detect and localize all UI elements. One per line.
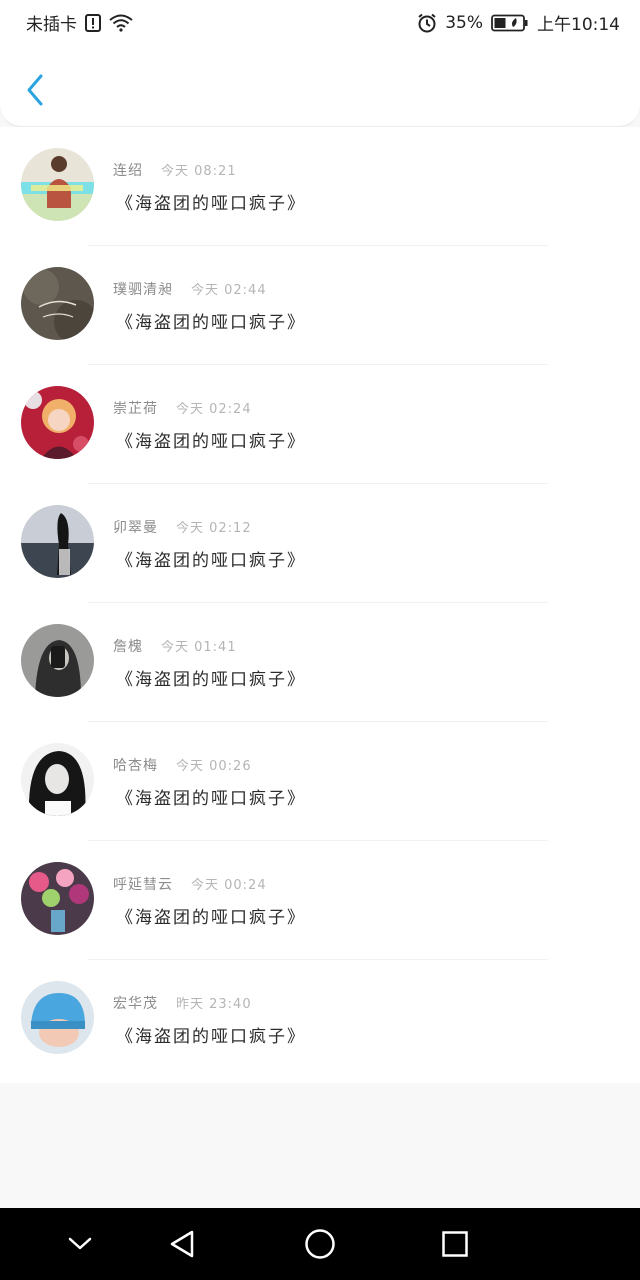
avatar: [21, 624, 94, 697]
message-text: 《海盗团的哑口疯子》: [116, 670, 306, 690]
message-list: 连绍 今天 08:21 《海盗团的哑口疯子》 璞驷清昶 今天 02:44 《海盗团的…: [0, 127, 640, 1083]
chevron-left-icon: [27, 74, 43, 106]
message-time: 今天 00:26: [176, 759, 252, 774]
message-text: 《海盗团的哑口疯子》: [116, 789, 306, 809]
avatar: [21, 505, 94, 578]
list-item[interactable]: 宏华茂 昨天 23:40 《海盗团的哑口疯子》: [0, 960, 640, 1079]
message-text: 《海盗团的哑口疯子》: [116, 432, 306, 452]
sender-name: 璞驷清昶: [113, 282, 173, 298]
sender-line: 哈杏梅 今天 00:26: [113, 755, 252, 775]
message-text: 《海盗团的哑口疯子》: [116, 194, 306, 214]
system-nav-bar: [0, 1208, 640, 1280]
sender-name: 呼延彗云: [113, 877, 173, 893]
sender-name: 卯翠曼: [113, 520, 158, 536]
sender-line: 詹槐 今天 01:41: [113, 636, 237, 656]
recents-square-icon: [442, 1231, 468, 1257]
avatar: [21, 981, 94, 1054]
sender-name: 宏华茂: [113, 996, 158, 1012]
sender-name: 哈杏梅: [113, 758, 158, 774]
battery-percent: 35%: [445, 12, 483, 33]
battery-icon: [491, 14, 529, 32]
hide-keyboard-button[interactable]: [58, 1222, 102, 1266]
avatar: [21, 862, 94, 935]
back-triangle-icon: [170, 1230, 194, 1258]
sender-name: 连绍: [113, 163, 143, 179]
sim-alert-icon: [85, 13, 101, 32]
back-button[interactable]: [18, 70, 52, 110]
sender-line: 卯翠曼 今天 02:12: [113, 517, 252, 537]
list-item[interactable]: 璞驷清昶 今天 02:44 《海盗团的哑口疯子》: [0, 246, 640, 365]
sender-name: 崇芷荷: [113, 401, 158, 417]
list-item[interactable]: 连绍 今天 08:21 《海盗团的哑口疯子》: [0, 127, 640, 246]
wifi-icon: [109, 14, 133, 32]
list-item[interactable]: 詹槐 今天 01:41 《海盗团的哑口疯子》: [0, 603, 640, 722]
message-time: 今天 00:24: [191, 878, 267, 893]
sender-line: 宏华茂 昨天 23:40: [113, 993, 252, 1013]
nav-home-button[interactable]: [298, 1222, 342, 1266]
avatar: [21, 386, 94, 459]
list-item[interactable]: 卯翠曼 今天 02:12 《海盗团的哑口疯子》: [0, 484, 640, 603]
sender-line: 璞驷清昶 今天 02:44: [113, 279, 267, 299]
message-time: 今天 08:21: [161, 164, 237, 179]
message-text: 《海盗团的哑口疯子》: [116, 551, 306, 571]
chevron-down-icon: [68, 1237, 92, 1250]
list-item[interactable]: 哈杏梅 今天 00:26 《海盗团的哑口疯子》: [0, 722, 640, 841]
avatar: [21, 743, 94, 816]
message-time: 今天 02:24: [176, 402, 252, 417]
carrier-text: 未插卡: [26, 15, 77, 35]
list-item[interactable]: 崇芷荷 今天 02:24 《海盗团的哑口疯子》: [0, 365, 640, 484]
avatar: [21, 148, 94, 221]
alarm-icon: [417, 13, 437, 33]
avatar: [21, 267, 94, 340]
message-text: 《海盗团的哑口疯子》: [116, 908, 306, 928]
status-bar: 未插卡 35% 上午10:14: [0, 0, 640, 44]
status-left: 未插卡: [26, 10, 133, 35]
nav-recents-button[interactable]: [433, 1222, 477, 1266]
message-time: 今天 01:41: [161, 640, 237, 655]
message-text: 《海盗团的哑口疯子》: [116, 313, 306, 333]
message-time: 今天 02:12: [176, 521, 252, 536]
sender-line: 崇芷荷 今天 02:24: [113, 398, 252, 418]
message-text: 《海盗团的哑口疯子》: [116, 1027, 306, 1047]
message-time: 昨天 23:40: [176, 997, 252, 1012]
sender-name: 詹槐: [113, 639, 143, 655]
sender-line: 连绍 今天 08:21: [113, 160, 237, 180]
message-time: 今天 02:44: [191, 283, 267, 298]
nav-back-button[interactable]: [160, 1222, 204, 1266]
clock-text: 上午10:14: [537, 15, 620, 35]
list-item[interactable]: 呼延彗云 今天 00:24 《海盗团的哑口疯子》: [0, 841, 640, 960]
home-circle-icon: [305, 1229, 335, 1259]
status-right: 35% 上午10:14: [417, 10, 620, 35]
sender-line: 呼延彗云 今天 00:24: [113, 874, 267, 894]
top-header: [0, 44, 640, 127]
